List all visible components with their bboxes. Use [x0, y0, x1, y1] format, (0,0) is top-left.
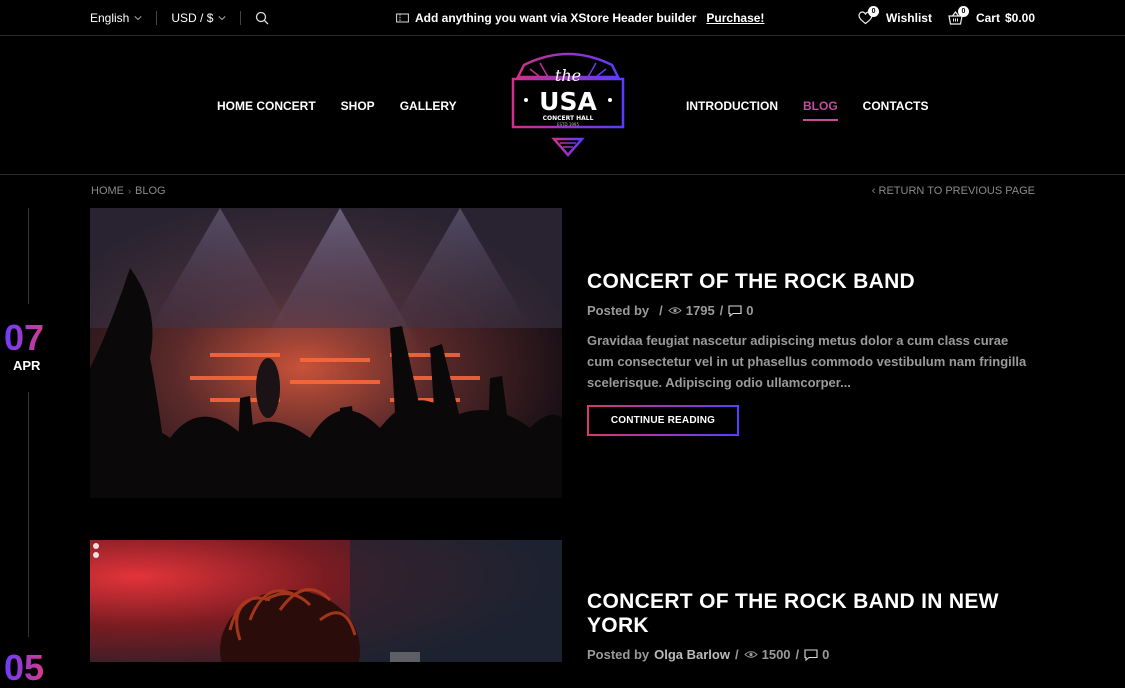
- post-excerpt: Gravidaa feugiat nascetur adipiscing met…: [587, 333, 1027, 390]
- meta-separator: /: [659, 303, 663, 318]
- wishlist-link[interactable]: 0 Wishlist: [858, 6, 932, 25]
- breadcrumb-home[interactable]: HOME: [91, 185, 124, 197]
- logo-the-text: the: [555, 66, 581, 85]
- post-date-month: APR: [13, 358, 41, 373]
- main-nav-right: INTRODUCTION BLOG CONTACTS: [686, 37, 928, 175]
- logo-sub-text: CONCERT HALL: [543, 115, 594, 122]
- currency-label: USD / $: [171, 11, 214, 25]
- nav-introduction[interactable]: INTRODUCTION: [686, 99, 778, 113]
- logo-estd-text: ESTD 1995: [557, 122, 579, 127]
- cart-count-badge: 0: [957, 6, 969, 17]
- meta-separator: /: [719, 303, 724, 318]
- main-nav-left: HOME CONCERT SHOP GALLERY: [217, 37, 457, 175]
- wishlist-count-badge: 0: [868, 6, 880, 17]
- eye-icon: [668, 307, 682, 314]
- nav-gallery[interactable]: GALLERY: [400, 99, 457, 113]
- purchase-link[interactable]: Purchase!: [706, 11, 764, 25]
- timeline-line: [28, 208, 29, 304]
- top-bar: English USD / $ Add anything you want vi…: [0, 0, 1125, 36]
- chevron-down-icon: [218, 16, 226, 21]
- cart-link[interactable]: 0 Cart $0.00: [948, 6, 1035, 25]
- cart-label: Cart: [975, 11, 1000, 25]
- return-previous-link[interactable]: ‹ RETURN TO PREVIOUS PAGE: [872, 185, 1035, 197]
- promo-banner: Add anything you want via XStore Header …: [396, 0, 764, 36]
- breadcrumb-current: BLOG: [135, 185, 166, 197]
- eye-icon: [743, 651, 758, 658]
- nav-shop[interactable]: SHOP: [341, 99, 375, 113]
- ticket-icon: [396, 13, 409, 23]
- continue-reading-button[interactable]: CONTINUE READING: [587, 405, 739, 436]
- cart-total: $0.00: [1004, 11, 1035, 25]
- meta-separator: /: [795, 647, 800, 662]
- post-comments: 0: [822, 647, 830, 662]
- chevron-right-icon: ›: [128, 186, 131, 196]
- post-image[interactable]: [90, 540, 562, 662]
- nav-home-concert[interactable]: HOME CONCERT: [217, 99, 316, 113]
- divider: [156, 11, 158, 25]
- post-title[interactable]: CONCERT OF THE ROCK BAND: [587, 270, 1027, 294]
- post-author[interactable]: Olga Barlow: [654, 647, 730, 662]
- search-icon[interactable]: [255, 11, 269, 25]
- post-meta: Posted by Olga Barlow / 1500 / 0: [587, 647, 829, 662]
- post-views: 1795: [685, 303, 715, 318]
- posted-by-label: Posted by: [587, 647, 650, 662]
- chevron-left-icon: ‹: [871, 185, 879, 197]
- main-header: HOME CONCERT SHOP GALLERY the USA CONCER…: [0, 37, 1125, 175]
- post-title[interactable]: CONCERT OF THE ROCK BAND IN NEW YORK: [587, 590, 1027, 638]
- comment-icon[interactable]: [804, 648, 818, 661]
- logo-main-text: USA: [539, 87, 597, 116]
- divider: [240, 11, 242, 25]
- nav-blog[interactable]: BLOG: [803, 99, 838, 121]
- post-comments: 0: [746, 303, 754, 318]
- post-views: 1500: [761, 647, 791, 662]
- promo-text: Add anything you want via XStore Header …: [415, 11, 697, 25]
- concert-photo: [90, 540, 562, 662]
- wishlist-label: Wishlist: [886, 11, 932, 25]
- post-meta: Posted by / 1795 / 0: [587, 303, 754, 318]
- chevron-down-icon: [134, 16, 142, 21]
- return-previous-label: RETURN TO PREVIOUS PAGE: [878, 185, 1035, 197]
- site-logo[interactable]: the USA CONCERT HALL ESTD 1995: [510, 51, 626, 157]
- meta-separator: /: [734, 647, 739, 662]
- breadcrumb: HOME › BLOG: [91, 185, 166, 197]
- concert-photo: [90, 208, 562, 498]
- post-image[interactable]: [90, 208, 562, 498]
- comment-icon[interactable]: [728, 304, 742, 317]
- timeline-line: [28, 392, 29, 637]
- post-date-day: 05: [4, 647, 45, 688]
- posted-by-label: Posted by: [587, 303, 650, 318]
- post-date-day: 07: [4, 317, 45, 358]
- language-label: English: [90, 11, 130, 25]
- nav-contacts[interactable]: CONTACTS: [863, 99, 929, 113]
- language-selector[interactable]: English: [90, 11, 142, 25]
- currency-selector[interactable]: USD / $: [171, 11, 226, 25]
